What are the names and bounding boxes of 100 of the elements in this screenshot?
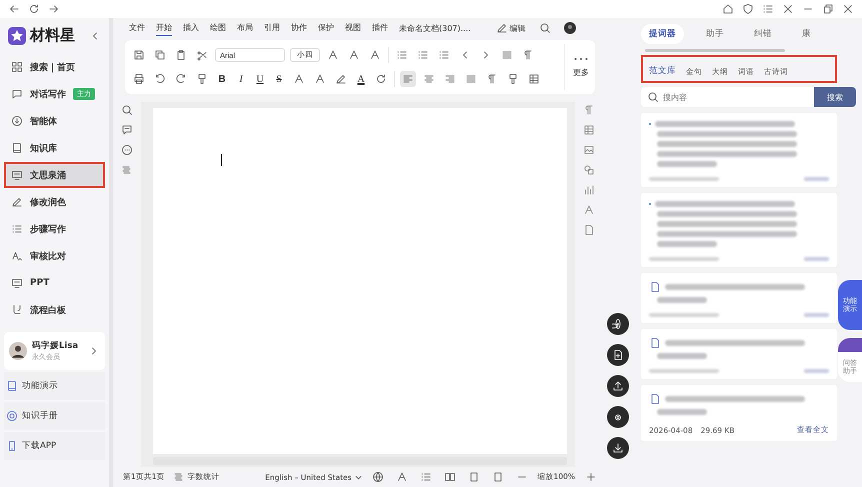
justify-icon xyxy=(465,73,477,85)
sidebar-link[interactable]: 功能演示 xyxy=(4,372,105,400)
target-icon xyxy=(6,410,18,422)
menu-tab[interactable]: 布局 xyxy=(237,20,253,36)
pencil-icon xyxy=(11,196,23,208)
monitor-icon xyxy=(11,169,23,181)
search-icon xyxy=(121,104,133,116)
more-button[interactable]: 更多 xyxy=(564,44,589,90)
menu-tab[interactable]: 协作 xyxy=(291,20,307,36)
reload-icon xyxy=(28,3,40,15)
format-button[interactable]: S xyxy=(272,71,286,87)
blurred-text xyxy=(649,313,719,317)
redo-icon xyxy=(175,73,187,85)
sidebar-item[interactable]: 知识库 xyxy=(4,135,105,161)
blurred-link xyxy=(804,369,829,373)
document-icon xyxy=(583,224,595,236)
align-right-icon xyxy=(444,73,456,85)
align-left-button[interactable] xyxy=(400,71,416,87)
text-style-icon xyxy=(583,204,595,216)
add-file-icon xyxy=(612,349,624,361)
copy-icon xyxy=(154,49,166,61)
sidebar-link[interactable]: 下载APP xyxy=(4,432,105,460)
borders-icon xyxy=(528,73,540,85)
avatar xyxy=(564,22,576,34)
back-icon xyxy=(8,3,20,15)
edit-button[interactable]: 编辑 xyxy=(496,22,526,34)
save-icon xyxy=(133,49,145,61)
subscript-icon xyxy=(314,73,326,85)
paragraph-icon xyxy=(583,104,595,116)
line-spacing-icon xyxy=(501,49,513,61)
app-name: 材料星 xyxy=(30,26,76,45)
menu-tab[interactable]: 引用 xyxy=(264,20,280,36)
list-icon xyxy=(762,3,774,15)
blurred-text xyxy=(649,177,719,181)
document-icon xyxy=(649,281,661,293)
sidebar-link[interactable]: 知识手册 xyxy=(4,402,105,430)
format-painter-icon xyxy=(196,73,208,85)
list-icon xyxy=(11,223,23,235)
sidebar-item[interactable]: PPT xyxy=(4,270,105,296)
search-icon xyxy=(647,91,659,103)
menu-tab[interactable]: 视图 xyxy=(345,20,361,36)
panel-tab[interactable]: 纠错 xyxy=(746,24,780,44)
sidebar-item[interactable]: 步骤写作 xyxy=(4,216,105,242)
sidebar-item[interactable]: 流程白板 xyxy=(4,297,105,323)
image-icon xyxy=(583,144,595,156)
search-button[interactable]: 搜索 xyxy=(814,87,856,107)
chart-icon xyxy=(583,184,595,196)
fit-width-icon xyxy=(492,471,504,483)
highlight-icon xyxy=(335,73,347,85)
upload-button[interactable] xyxy=(607,375,629,397)
zoom-in-icon xyxy=(585,471,597,483)
document-icon xyxy=(649,393,661,405)
blurred-link xyxy=(804,177,829,181)
font-color-button[interactable]: A xyxy=(354,71,368,87)
menu-tab[interactable]: 保护 xyxy=(318,20,334,36)
menu-tab[interactable]: 插件 xyxy=(372,20,388,36)
sidebar-item[interactable]: 文思泉涌 xyxy=(4,162,105,188)
cross-icon xyxy=(782,3,794,15)
cut-icon xyxy=(196,49,208,61)
change-case-icon xyxy=(369,49,381,61)
download-button[interactable] xyxy=(607,437,629,459)
upload-icon xyxy=(612,380,624,392)
panel-tab[interactable]: 提词器 xyxy=(641,24,684,44)
tab-scrollbar[interactable] xyxy=(645,49,785,52)
paragraph-icon xyxy=(522,49,534,61)
format-button[interactable]: I xyxy=(234,71,248,87)
align-center-icon xyxy=(423,73,435,85)
blurred-link xyxy=(804,313,829,317)
sidebar-item[interactable]: 智能体 xyxy=(4,108,105,134)
comment-icon xyxy=(121,124,133,136)
add-file-button[interactable] xyxy=(607,344,629,366)
format-button[interactable]: B xyxy=(215,71,229,87)
more-button[interactable] xyxy=(119,142,135,158)
grid-icon xyxy=(11,61,23,73)
presentation-icon xyxy=(11,277,23,289)
sidebar-item[interactable]: 搜索｜首页 xyxy=(4,54,105,80)
format-button[interactable]: U xyxy=(253,71,267,87)
shield-icon xyxy=(742,3,754,15)
menu-tab[interactable]: 插入 xyxy=(183,20,199,36)
blurred-text xyxy=(657,297,707,303)
menu-tab[interactable]: 绘图 xyxy=(210,20,226,36)
search-field[interactable]: 搜内容 xyxy=(641,87,814,107)
blurred-text xyxy=(657,409,707,415)
panel-tab[interactable]: 助手 xyxy=(698,24,732,44)
book-icon xyxy=(6,380,18,392)
numbering-icon xyxy=(417,49,429,61)
download-icon xyxy=(612,442,624,454)
grow-font-icon xyxy=(327,49,339,61)
align-left-icon xyxy=(402,73,414,85)
menu-tab[interactable]: 文件 xyxy=(129,20,145,36)
star-logo-icon xyxy=(8,26,26,44)
panel-tab[interactable]: 康 xyxy=(794,24,819,44)
sidebar-item[interactable]: 审核比对 xyxy=(4,243,105,269)
circle-arrow-icon xyxy=(11,115,23,127)
sidebar-item[interactable]: 修改润色 xyxy=(4,189,105,215)
single-page-icon xyxy=(468,471,480,483)
menu-tab[interactable]: 开始 xyxy=(156,20,172,36)
bullets-icon xyxy=(396,49,408,61)
subtab[interactable]: 范文库 xyxy=(649,65,676,77)
print-icon xyxy=(133,73,145,85)
